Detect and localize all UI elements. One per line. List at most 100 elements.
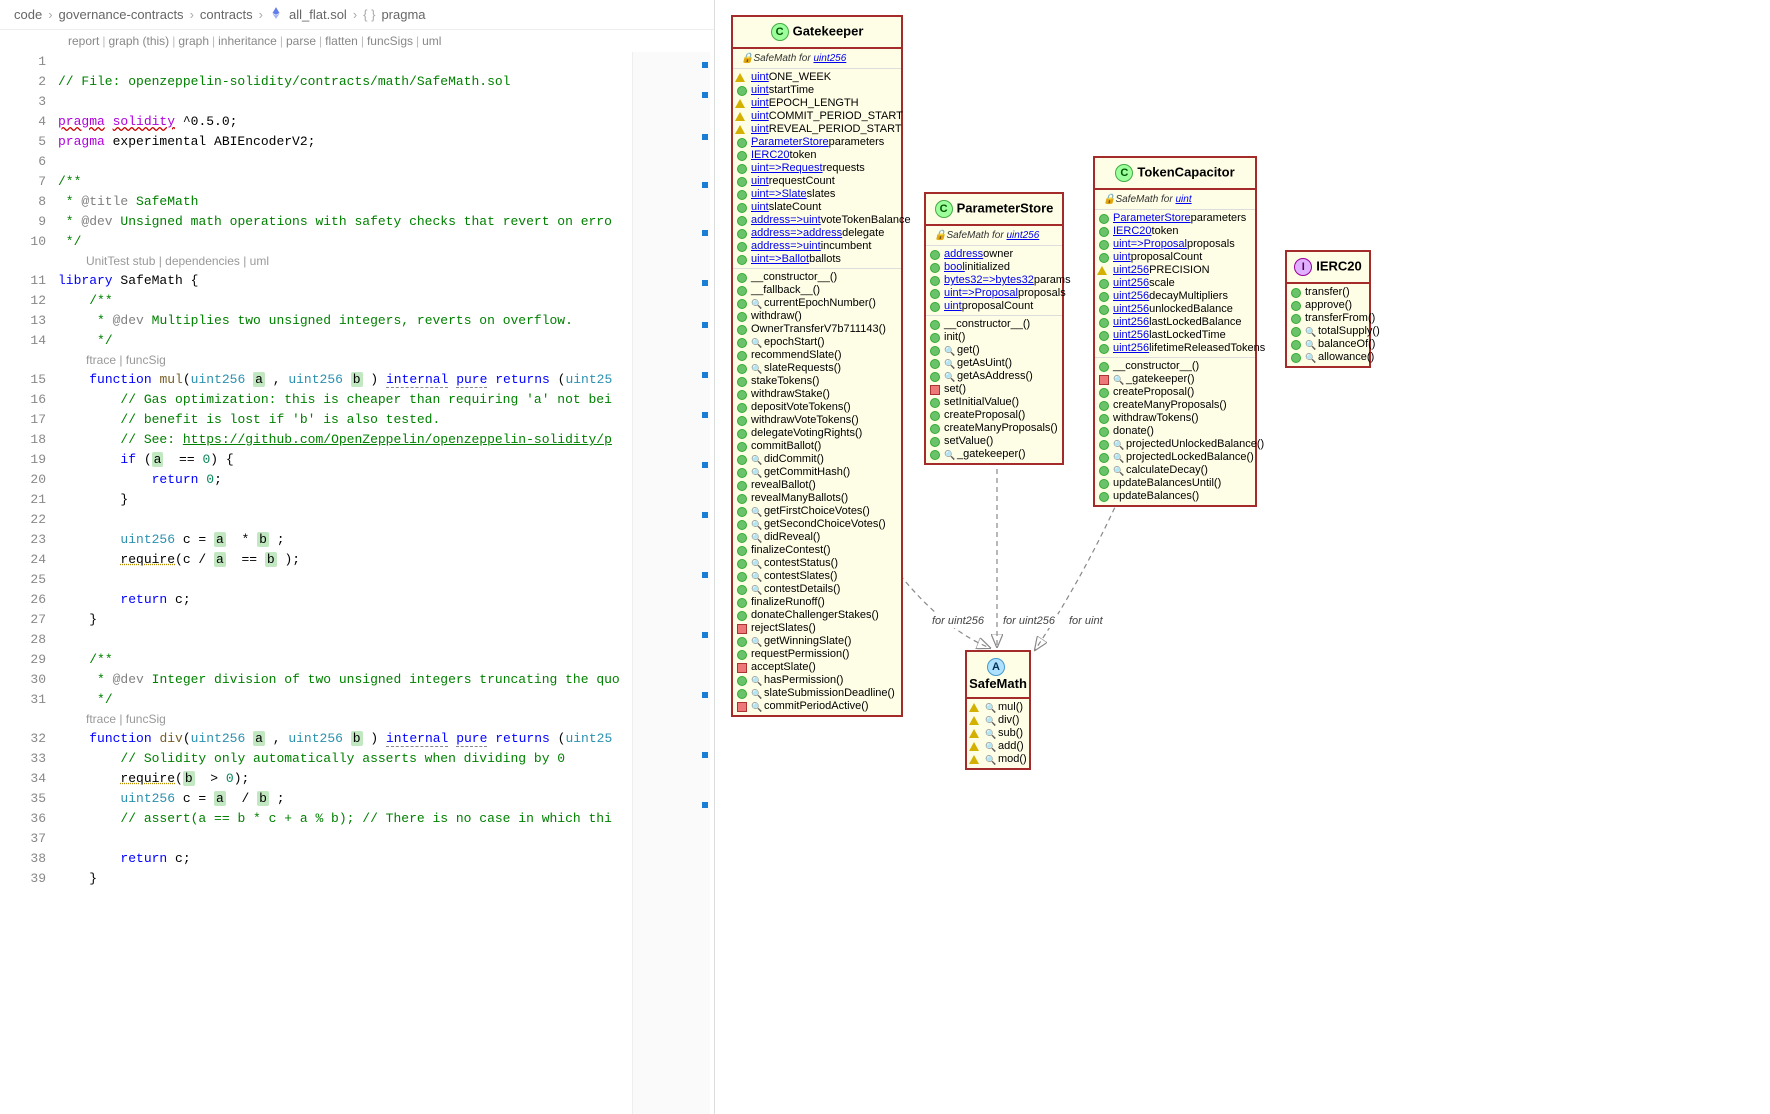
uml-method[interactable]: getFirstChoiceVotes() [733, 505, 901, 518]
uml-field[interactable]: uint proposalCount [1095, 251, 1255, 264]
uml-method[interactable]: epochStart() [733, 336, 901, 349]
code-line[interactable] [58, 630, 708, 650]
uml-class-parameterstore[interactable]: CParameterStore🔒SafeMath for uint256addr… [924, 192, 1064, 465]
codelens-func[interactable]: ftrace | funcSig [58, 351, 708, 370]
uml-method[interactable]: stakeTokens() [733, 375, 901, 388]
breadcrumb-seg[interactable]: code [14, 7, 42, 22]
uml-field[interactable]: uint slateCount [733, 201, 901, 214]
breadcrumb-seg[interactable]: all_flat.sol [289, 7, 347, 22]
uml-method[interactable]: revealBallot() [733, 479, 901, 492]
minimap[interactable] [632, 52, 710, 1114]
uml-field[interactable]: uint ONE_WEEK [733, 71, 901, 84]
uml-field[interactable]: uint COMMIT_PERIOD_START [733, 110, 901, 123]
uml-class-safemath[interactable]: ASafeMathmul()div()sub()add()mod() [965, 650, 1031, 770]
uml-method[interactable]: withdrawVoteTokens() [733, 414, 901, 427]
uml-field[interactable]: uint EPOCH_LENGTH [733, 97, 901, 110]
uml-method[interactable]: depositVoteTokens() [733, 401, 901, 414]
uml-method[interactable]: init() [926, 331, 1062, 344]
uml-method[interactable]: revealManyBallots() [733, 492, 901, 505]
code-line[interactable]: */ [58, 232, 708, 252]
file-action-inheritance[interactable]: inheritance [218, 34, 277, 48]
uml-field[interactable]: uint=>Request requests [733, 162, 901, 175]
code-line[interactable]: if (a == 0) { [58, 450, 708, 470]
uml-method[interactable]: get() [926, 344, 1062, 357]
uml-field[interactable]: uint=>Proposal proposals [926, 287, 1062, 300]
file-action-funcsigs[interactable]: funcSigs [367, 34, 413, 48]
uml-method[interactable]: __constructor__() [733, 271, 901, 284]
code-line[interactable]: // File: openzeppelin-solidity/contracts… [58, 72, 708, 92]
uml-method[interactable]: slateSubmissionDeadline() [733, 687, 901, 700]
uml-field[interactable]: ParameterStore parameters [1095, 212, 1255, 225]
uml-method[interactable]: _gatekeeper() [1095, 373, 1255, 386]
uml-field[interactable]: uint256 scale [1095, 277, 1255, 290]
code-line[interactable]: function div(uint256 a , uint256 b ) int… [58, 729, 708, 749]
uml-method[interactable]: donate() [1095, 425, 1255, 438]
uml-method[interactable]: mod() [967, 753, 1029, 766]
uml-method[interactable]: slateRequests() [733, 362, 901, 375]
uml-method[interactable]: setValue() [926, 435, 1062, 448]
code-line[interactable]: require(c / a == b ); [58, 550, 708, 570]
uml-method[interactable]: updateBalances() [1095, 490, 1255, 503]
uml-field[interactable]: uint REVEAL_PERIOD_START [733, 123, 901, 136]
code-line[interactable] [58, 829, 708, 849]
code-line[interactable]: // assert(a == b * c + a % b); // There … [58, 809, 708, 829]
codelens-library[interactable]: UnitTest stub | dependencies | uml [58, 252, 708, 271]
uml-method[interactable]: getWinningSlate() [733, 635, 901, 648]
uml-method[interactable]: didReveal() [733, 531, 901, 544]
codelens-func[interactable]: ftrace | funcSig [58, 710, 708, 729]
uml-method[interactable]: withdrawTokens() [1095, 412, 1255, 425]
code-line[interactable]: } [58, 869, 708, 889]
uml-method[interactable]: commitBallot() [733, 440, 901, 453]
code-line[interactable]: uint256 c = a / b ; [58, 789, 708, 809]
uml-method[interactable]: requestPermission() [733, 648, 901, 661]
uml-method[interactable]: didCommit() [733, 453, 901, 466]
uml-method[interactable]: finalizeContest() [733, 544, 901, 557]
uml-method[interactable]: div() [967, 714, 1029, 727]
uml-method[interactable]: recommendSlate() [733, 349, 901, 362]
uml-method[interactable]: commitPeriodActive() [733, 700, 901, 713]
uml-method[interactable]: getAsAddress() [926, 370, 1062, 383]
file-action-report[interactable]: report [68, 34, 99, 48]
code-line[interactable]: // Gas optimization: this is cheaper tha… [58, 390, 708, 410]
uml-method[interactable]: finalizeRunoff() [733, 596, 901, 609]
code-line[interactable]: // See: https://github.com/OpenZeppelin/… [58, 430, 708, 450]
breadcrumb-seg[interactable]: governance-contracts [59, 7, 184, 22]
uml-method[interactable]: getAsUint() [926, 357, 1062, 370]
code-editor[interactable]: 1234567891011121314151617181920212223242… [0, 52, 714, 1114]
code-line[interactable]: /** [58, 650, 708, 670]
code-line[interactable] [58, 152, 708, 172]
uml-class-ierc20[interactable]: IIERC20transfer()approve()transferFrom()… [1285, 250, 1371, 368]
uml-method[interactable]: projectedLockedBalance() [1095, 451, 1255, 464]
code-line[interactable]: // Solidity only automatically asserts w… [58, 749, 708, 769]
uml-method[interactable]: set() [926, 383, 1062, 396]
code-line[interactable]: * @dev Integer division of two unsigned … [58, 670, 708, 690]
uml-field[interactable]: IERC20 token [1095, 225, 1255, 238]
breadcrumb-seg[interactable]: contracts [200, 7, 253, 22]
code-line[interactable]: pragma solidity ^0.5.0; [58, 112, 708, 132]
uml-method[interactable]: updateBalancesUntil() [1095, 477, 1255, 490]
code-line[interactable]: */ [58, 690, 708, 710]
uml-method[interactable]: createProposal() [926, 409, 1062, 422]
uml-method[interactable]: allowance() [1287, 351, 1369, 364]
code-line[interactable] [58, 570, 708, 590]
uml-class-gatekeeper[interactable]: CGatekeeper🔒SafeMath for uint256uint ONE… [731, 15, 903, 717]
file-action-graph-this-[interactable]: graph (this) [108, 34, 169, 48]
uml-diagram-pane[interactable]: CGatekeeper🔒SafeMath for uint256uint ONE… [715, 0, 1770, 1114]
code-line[interactable]: } [58, 610, 708, 630]
uml-field[interactable]: uint startTime [733, 84, 901, 97]
uml-field[interactable]: uint256 PRECISION [1095, 264, 1255, 277]
code-line[interactable]: * @dev Unsigned math operations with saf… [58, 212, 708, 232]
uml-method[interactable]: getSecondChoiceVotes() [733, 518, 901, 531]
uml-method[interactable]: setInitialValue() [926, 396, 1062, 409]
code-line[interactable]: } [58, 490, 708, 510]
code-line[interactable]: function mul(uint256 a , uint256 b ) int… [58, 370, 708, 390]
uml-method[interactable]: __fallback__() [733, 284, 901, 297]
uml-field[interactable]: uint=>Ballot ballots [733, 253, 901, 266]
uml-method[interactable]: rejectSlates() [733, 622, 901, 635]
uml-field[interactable]: ParameterStore parameters [733, 136, 901, 149]
file-action-uml[interactable]: uml [422, 34, 441, 48]
uml-method[interactable]: createManyProposals() [926, 422, 1062, 435]
uml-field[interactable]: uint256 lastLockedBalance [1095, 316, 1255, 329]
uml-method[interactable]: OwnerTransferV7b711143() [733, 323, 901, 336]
uml-method[interactable]: __constructor__() [926, 318, 1062, 331]
